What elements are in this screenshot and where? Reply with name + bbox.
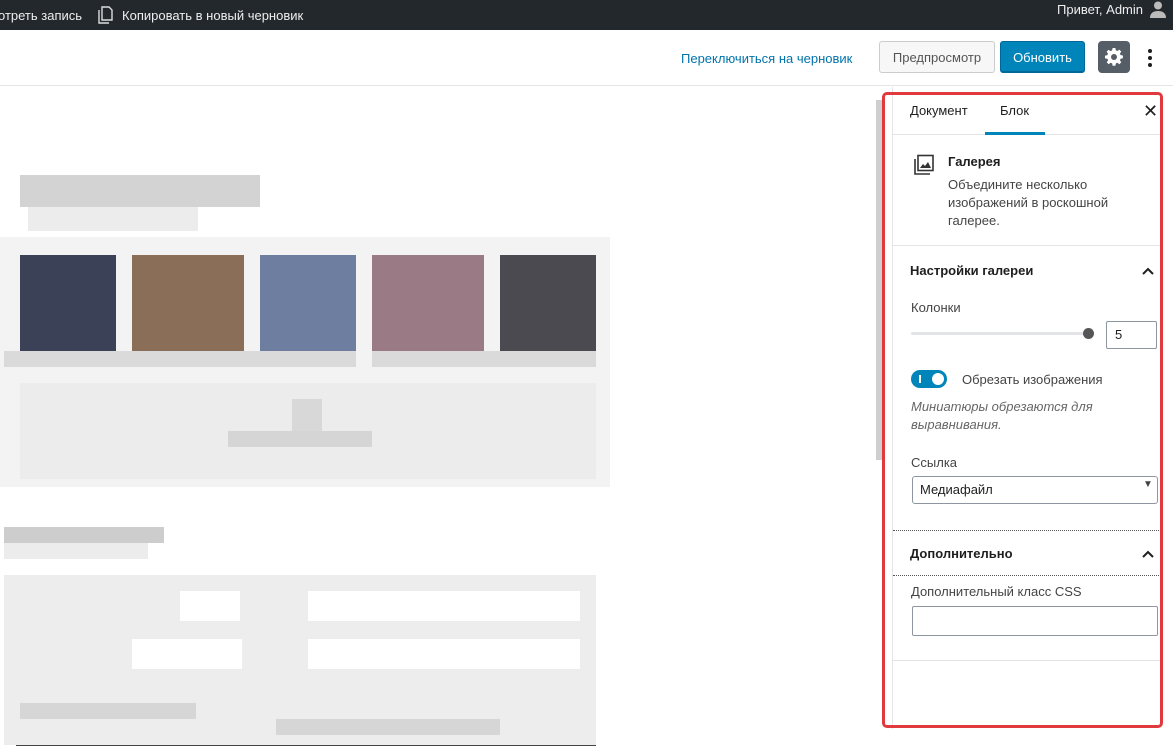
admin-bar: отреть запись Копировать в новый чернови… <box>0 0 1173 30</box>
editor-header: Переключиться на черновик Предпросмотр О… <box>0 30 1173 86</box>
more-options-button[interactable] <box>1142 44 1158 72</box>
gallery-image-2 <box>132 255 244 351</box>
chevron-up-icon <box>1142 267 1154 275</box>
user-icon[interactable] <box>1149 0 1167 18</box>
tab-document[interactable]: Документ <box>910 87 968 135</box>
css-class-input[interactable] <box>912 606 1158 636</box>
gallery-image-1 <box>20 255 116 351</box>
link-label: Ссылка <box>911 455 958 470</box>
crop-images-toggle[interactable] <box>911 370 947 388</box>
greeting-link[interactable]: Привет, Admin <box>1057 2 1143 17</box>
switch-to-draft-link[interactable]: Переключиться на черновик <box>681 51 852 66</box>
gallery-image-5 <box>500 255 596 351</box>
update-button[interactable]: Обновить <box>1000 41 1085 73</box>
copy-draft-label: Копировать в новый черновик <box>122 7 304 23</box>
close-icon[interactable]: ✕ <box>1143 101 1158 122</box>
gear-icon <box>1105 48 1123 66</box>
gallery-image-3 <box>260 255 356 351</box>
gallery-settings-header[interactable]: Настройки галереи <box>893 247 1160 297</box>
more-vertical-icon <box>1148 49 1152 53</box>
sidebar-tabs: Документ Блок ✕ <box>893 87 1160 135</box>
columns-slider-track[interactable] <box>911 332 1089 335</box>
preview-button[interactable]: Предпросмотр <box>879 41 995 73</box>
blurred-title <box>20 175 260 207</box>
active-tab-indicator <box>985 132 1045 135</box>
advanced-title: Дополнительно <box>910 546 1013 561</box>
block-title: Галерея <box>948 154 1001 169</box>
crop-images-label: Обрезать изображения <box>962 372 1103 387</box>
columns-label: Колонки <box>911 300 961 315</box>
tab-block[interactable]: Блок <box>1000 87 1029 135</box>
advanced-header[interactable]: Дополнительно <box>893 530 1160 576</box>
gallery-settings-title: Настройки галереи <box>910 263 1034 278</box>
select-arrow-icon: ▼ <box>1143 479 1153 490</box>
copy-draft-link[interactable]: Копировать в новый черновик <box>89 0 310 30</box>
columns-slider-thumb[interactable] <box>1083 328 1094 339</box>
block-description: Объедините несколько изображений в роско… <box>948 177 1109 228</box>
gallery-image-4 <box>372 255 484 351</box>
chevron-up-icon <box>1142 550 1154 558</box>
editor-canvas[interactable] <box>0 87 878 749</box>
crop-help-text: Миниатюры обрезаются для выравнивания. <box>911 399 1093 432</box>
columns-input[interactable]: 5 <box>1106 321 1157 349</box>
link-select[interactable]: Медиафайл <box>912 476 1158 504</box>
settings-sidebar: Документ Блок ✕ Галерея Объедините неско… <box>892 87 1160 729</box>
block-card: Галерея Объедините несколько изображений… <box>893 136 1160 246</box>
view-post-link[interactable]: отреть запись <box>0 0 89 30</box>
css-class-label: Дополнительный класс CSS <box>911 584 1082 599</box>
blurred-heading <box>4 527 164 543</box>
copy-icon <box>98 6 113 24</box>
canvas-scrollbar[interactable] <box>876 100 884 460</box>
divider <box>893 660 1160 661</box>
settings-button[interactable] <box>1098 41 1130 73</box>
gallery-icon <box>914 154 934 175</box>
